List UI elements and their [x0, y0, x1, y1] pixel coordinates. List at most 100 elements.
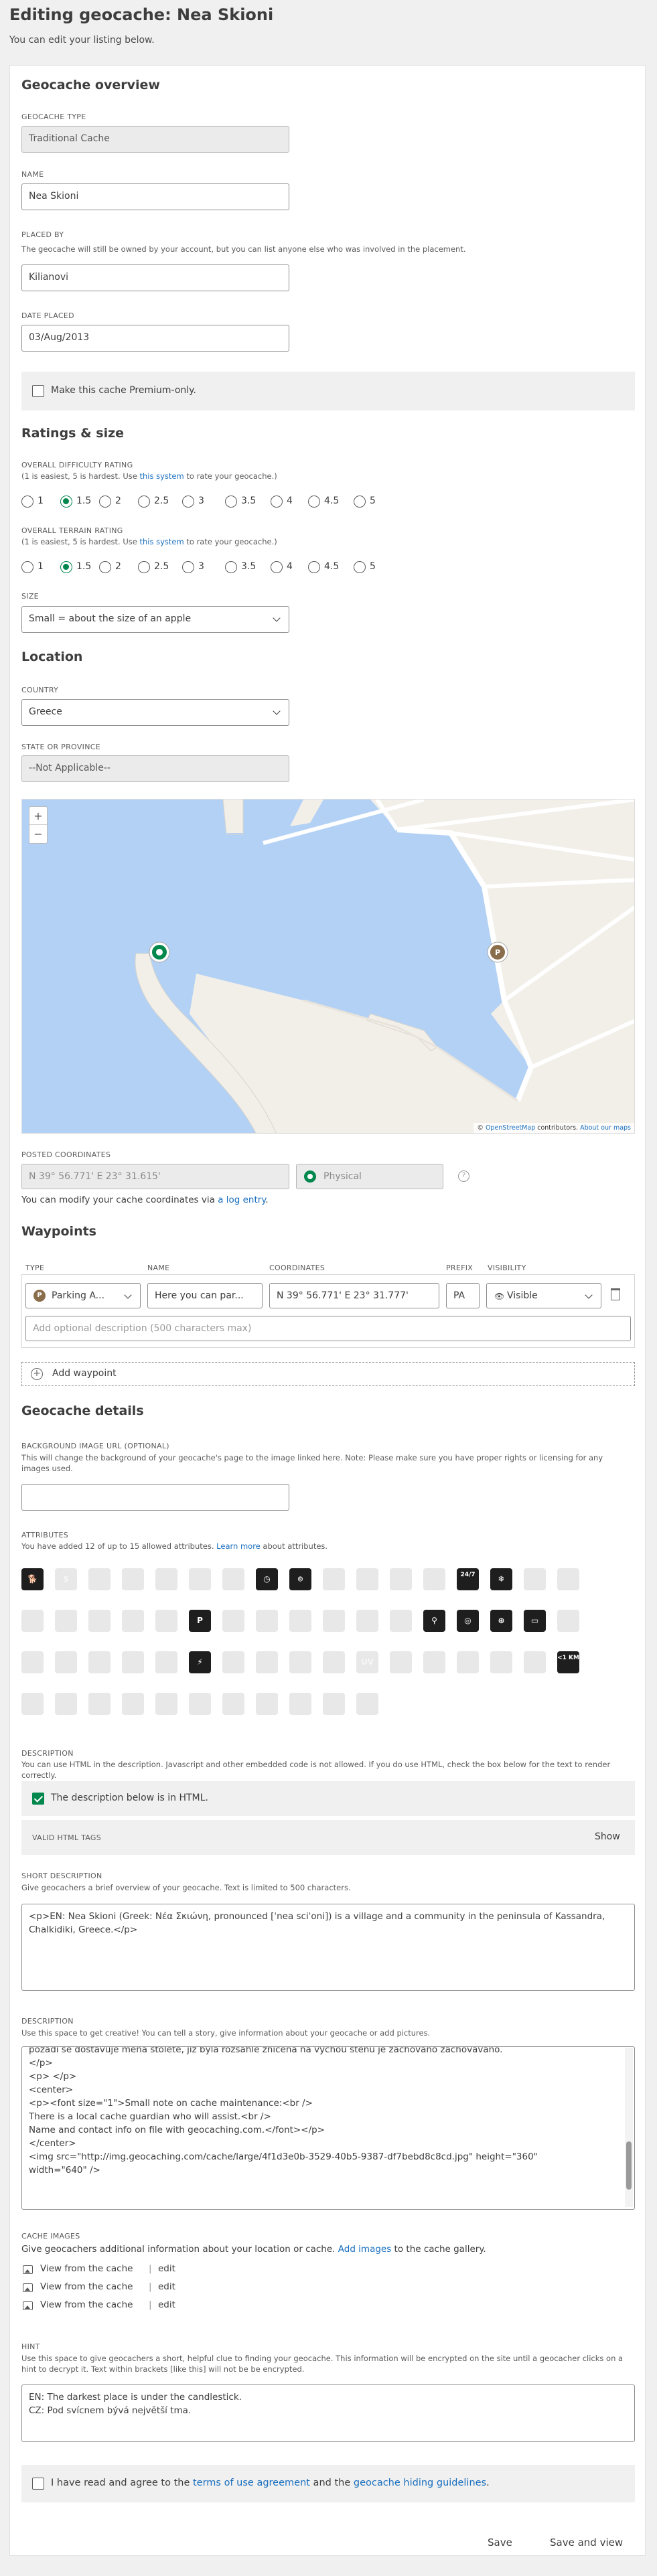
about-maps-link[interactable]: About our maps	[580, 1124, 631, 1132]
hiking-icon[interactable]	[323, 1568, 345, 1590]
difficulty-radio-1[interactable]	[21, 496, 33, 508]
cache-image-edit-link[interactable]: edit	[158, 2281, 175, 2292]
partnership-icon[interactable]	[189, 1693, 211, 1715]
difficulty-radio-4[interactable]	[271, 496, 283, 508]
learn-more-link[interactable]: Learn more	[216, 1541, 261, 1551]
seasonal-icon[interactable]	[222, 1693, 244, 1715]
uv-icon[interactable]: UV	[356, 1651, 378, 1673]
html-checkbox[interactable]	[32, 1793, 44, 1805]
campfire-icon[interactable]	[55, 1651, 77, 1673]
dog-icon[interactable]: 🐕	[21, 1568, 44, 1590]
food-icon[interactable]	[122, 1693, 144, 1715]
terrain-radio-4[interactable]	[271, 561, 283, 573]
motorcycle-icon[interactable]: ◎	[457, 1610, 479, 1632]
binoculars-icon[interactable]: ⌾	[289, 1568, 311, 1590]
save-and-view-button[interactable]: Save and view	[550, 2536, 623, 2549]
lost-found-icon[interactable]	[289, 1651, 311, 1673]
difficulty-radio-2[interactable]	[99, 496, 111, 508]
scuba-icon[interactable]	[155, 1568, 177, 1590]
terrain-radio-3[interactable]	[182, 561, 194, 573]
snowshoe-icon[interactable]	[390, 1651, 412, 1673]
cow-icon[interactable]	[222, 1651, 244, 1673]
waypoint-coordinates-input[interactable]: N 39° 56.771' E 23° 31.777'	[269, 1283, 439, 1308]
cache-marker[interactable]	[149, 941, 170, 963]
water-icon[interactable]	[256, 1610, 278, 1632]
difficulty-system-link[interactable]: this system	[140, 471, 184, 481]
tree-climbing-icon[interactable]	[289, 1693, 311, 1715]
kids-icon[interactable]	[356, 1568, 378, 1590]
long-hike-icon[interactable]	[55, 1693, 77, 1715]
wireless-icon[interactable]	[155, 1693, 177, 1715]
difficulty-radio-3.5[interactable]	[225, 496, 237, 508]
name-input[interactable]: Nea Skioni	[21, 183, 289, 210]
stealth-icon[interactable]	[122, 1651, 144, 1673]
boat-icon[interactable]	[122, 1568, 144, 1590]
country-select[interactable]: Greece	[21, 699, 289, 726]
background-image-input[interactable]	[21, 1484, 289, 1511]
terms-link[interactable]: terms of use agreement	[193, 2478, 310, 2488]
cache-image-edit-link[interactable]: edit	[158, 2263, 175, 2274]
danger-icon[interactable]	[122, 1610, 144, 1632]
restroom-icon[interactable]	[289, 1610, 311, 1632]
night-icon[interactable]	[490, 1651, 512, 1673]
save-button[interactable]: Save	[488, 2536, 512, 2549]
hike-icon[interactable]	[423, 1568, 445, 1590]
transit-icon[interactable]	[222, 1610, 244, 1632]
hint-textarea[interactable]: EN: The darkest place is under the candl…	[21, 2384, 635, 2442]
difficulty-radio-1.5[interactable]	[60, 496, 72, 508]
phone-icon[interactable]	[323, 1610, 345, 1632]
scrollbar-thumb[interactable]	[626, 2141, 632, 2190]
info-icon[interactable]: ?	[458, 1170, 469, 1182]
tourist-icon[interactable]	[256, 1693, 278, 1715]
picnic-icon[interactable]	[356, 1610, 378, 1632]
yard-icon[interactable]	[323, 1693, 345, 1715]
show-valid-tags-button[interactable]: Show	[595, 1831, 620, 1842]
thorn-icon[interactable]	[88, 1651, 111, 1673]
ticks-icon[interactable]	[557, 1568, 579, 1590]
waypoint-prefix-input[interactable]: PA	[446, 1283, 480, 1308]
snowmobile-icon[interactable]	[557, 1610, 579, 1632]
difficulty-radio-2.5[interactable]	[138, 496, 150, 508]
medium-hike-icon[interactable]	[21, 1693, 44, 1715]
park-icon[interactable]	[524, 1651, 546, 1673]
textarea-scrollbar[interactable]	[625, 2048, 633, 2207]
parking-icon[interactable]: P	[189, 1610, 211, 1632]
waypoint-description-input[interactable]: Add optional description (500 characters…	[25, 1316, 631, 1341]
fuel-icon[interactable]	[88, 1693, 111, 1715]
terrain-system-link[interactable]: this system	[140, 537, 184, 546]
parking-waypoint-marker[interactable]: P	[487, 941, 508, 963]
terrain-radio-1[interactable]	[21, 561, 33, 573]
truck-icon[interactable]	[323, 1651, 345, 1673]
hunting-icon[interactable]	[88, 1610, 111, 1632]
jeep-icon[interactable]: ▭	[524, 1610, 546, 1632]
available-24-7-icon[interactable]: 24/7	[457, 1568, 479, 1590]
terrain-radio-2.5[interactable]	[138, 561, 150, 573]
terrain-radio-1.5[interactable]	[60, 561, 72, 573]
terrain-radio-3.5[interactable]	[225, 561, 237, 573]
snowflake-icon[interactable]: ❄	[490, 1568, 512, 1590]
climbing-icon[interactable]	[88, 1568, 111, 1590]
mine-icon[interactable]	[21, 1610, 44, 1632]
terrain-radio-2[interactable]	[99, 561, 111, 573]
difficulty-radio-3[interactable]	[182, 496, 194, 508]
time-icon[interactable]: ◷	[256, 1568, 278, 1590]
cliff-icon[interactable]	[55, 1610, 77, 1632]
map-zoom-out-button[interactable]: −	[29, 825, 47, 843]
stroller-icon[interactable]	[155, 1651, 177, 1673]
waypoint-name-input[interactable]: Here you can par...	[147, 1283, 263, 1308]
bicycle-icon[interactable]: ⚲	[423, 1610, 445, 1632]
camping-icon[interactable]	[390, 1610, 412, 1632]
short-description-textarea[interactable]: <p>EN: Nea Skioni (Greek: Νέα Σκιώνη, pr…	[21, 1904, 635, 1991]
skiing-icon[interactable]	[423, 1651, 445, 1673]
teamwork-icon[interactable]	[356, 1693, 378, 1715]
no-climbing-icon[interactable]: ⚡	[189, 1651, 211, 1673]
wheelchair-icon[interactable]	[155, 1610, 177, 1632]
log-entry-link[interactable]: a log entry	[218, 1195, 265, 1205]
size-select[interactable]: Small = about the size of an apple	[21, 606, 289, 633]
guidelines-link[interactable]: geocache hiding guidelines	[354, 2478, 486, 2488]
add-images-link[interactable]: Add images	[338, 2244, 392, 2255]
date-placed-input[interactable]: 03/Aug/2013	[21, 325, 289, 352]
difficulty-radio-4.5[interactable]	[308, 496, 320, 508]
fee-icon[interactable]: $	[55, 1568, 77, 1590]
flashlight-icon[interactable]	[256, 1651, 278, 1673]
